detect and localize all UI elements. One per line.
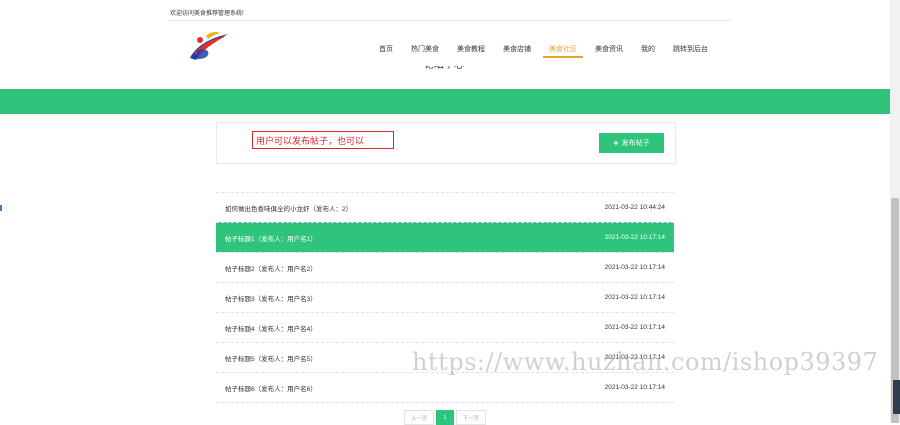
post-title: 帖子标题5（发布人：用户名5） xyxy=(225,355,317,363)
nav-item-hot-food[interactable]: 热门美食 xyxy=(402,44,448,60)
post-row[interactable]: 帖子标题2（发布人：用户名2） 2021-03-22 10:17:14 xyxy=(216,252,674,282)
nav-item-food-shops[interactable]: 美食店铺 xyxy=(494,44,540,60)
page-banner xyxy=(0,89,890,114)
nav-item-food-community[interactable]: 美食社区 xyxy=(540,44,586,60)
nav-item-home[interactable]: 首页 xyxy=(370,44,402,60)
post-row[interactable]: 帖子标题3（发布人：用户名3） 2021-03-22 10:17:14 xyxy=(216,282,674,312)
post-title: 帖子标题1（发布人：用户名1） xyxy=(225,235,317,243)
nav-item-food-tutorials[interactable]: 美食教程 xyxy=(448,44,494,60)
post-title: 帖子标题6（发布人：用户名6） xyxy=(225,385,317,393)
annotation-textbox: 用户可以发布帖子，也可以 xyxy=(252,131,394,149)
post-title: 帖子标题2（发布人：用户名2） xyxy=(225,265,317,273)
nav-item-food-news[interactable]: 美食资讯 xyxy=(586,44,632,60)
nav-item-admin[interactable]: 跳转到后台 xyxy=(664,44,717,60)
site-logo[interactable] xyxy=(186,28,232,64)
left-edge-marker xyxy=(0,205,2,211)
post-time: 2021-03-22 10:17:14 xyxy=(604,234,665,241)
header-divider xyxy=(168,20,731,21)
post-time: 2021-03-22 10:17:14 xyxy=(604,324,665,331)
publish-post-button[interactable]: + 发布帖子 xyxy=(599,133,664,153)
post-title: 帖子标题4（发布人：用户名4） xyxy=(225,325,317,333)
post-time: 2021-03-22 10:17:14 xyxy=(604,384,665,391)
main-nav: 首页 热门美食 美食教程 美食店铺 美食社区 美食资讯 我的 跳转到后台 xyxy=(370,44,717,60)
side-float-widget[interactable] xyxy=(893,380,900,414)
post-time: 2021-03-22 10:17:14 xyxy=(604,264,665,271)
post-time: 2021-03-22 10:17:14 xyxy=(604,294,665,301)
post-row[interactable]: 帖子标题1（发布人：用户名1） 2021-03-22 10:17:14 xyxy=(216,222,674,252)
welcome-text: 欢迎访问美食推荐管理系统! xyxy=(170,11,244,17)
nav-item-mine[interactable]: 我的 xyxy=(632,44,664,60)
post-row[interactable]: 帖子标题6（发布人：用户名6） 2021-03-22 10:17:14 xyxy=(216,372,674,403)
post-time: 2021-03-22 10:44:24 xyxy=(604,204,665,211)
page-title: 论坛中心 xyxy=(424,66,464,72)
post-title: 如何做出色香味俱全的小龙虾（发布人：2） xyxy=(225,205,353,213)
plus-icon: + xyxy=(613,137,619,148)
publish-post-label: 发布帖子 xyxy=(621,140,650,147)
watermark: https://www.huzhan.com/ishop39397 xyxy=(412,348,879,376)
post-row[interactable]: 如何做出色香味俱全的小龙虾（发布人：2） 2021-03-22 10:44:24 xyxy=(216,192,674,222)
post-title: 帖子标题3（发布人：用户名3） xyxy=(225,295,317,303)
post-row[interactable]: 帖子标题4（发布人：用户名4） 2021-03-22 10:17:14 xyxy=(216,312,674,342)
